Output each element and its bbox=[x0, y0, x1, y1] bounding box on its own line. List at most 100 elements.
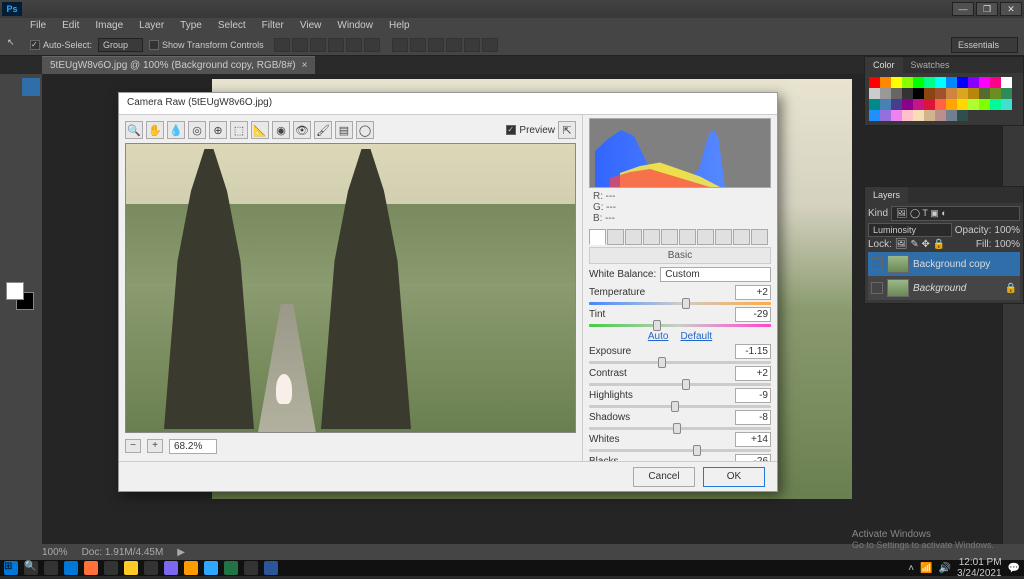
kind-filter[interactable]: 🖼 ◯ T ▣ ◐ bbox=[891, 206, 1020, 221]
straighten-icon[interactable]: 📐 bbox=[251, 121, 269, 139]
start-button[interactable]: ⊞ bbox=[4, 561, 18, 575]
align-icon[interactable] bbox=[292, 38, 308, 52]
menu-file[interactable]: File bbox=[22, 18, 54, 34]
swatch[interactable] bbox=[968, 99, 979, 110]
highlights-slider[interactable] bbox=[589, 405, 771, 408]
shadows-value[interactable]: -8 bbox=[735, 410, 771, 425]
close-tab-icon[interactable]: × bbox=[302, 60, 308, 71]
notifications-icon[interactable]: 💬 bbox=[1008, 563, 1020, 574]
detail-tab-icon[interactable] bbox=[625, 229, 642, 245]
menu-window[interactable]: Window bbox=[329, 18, 381, 34]
spot-removal-icon[interactable]: ◉ bbox=[272, 121, 290, 139]
dodge-tool[interactable] bbox=[22, 198, 40, 216]
swatch[interactable] bbox=[957, 77, 968, 88]
swatch[interactable] bbox=[913, 110, 924, 121]
distribute-icon[interactable] bbox=[482, 38, 498, 52]
ok-button[interactable]: OK bbox=[703, 467, 765, 487]
preset-tab-icon[interactable] bbox=[733, 229, 750, 245]
quick-select-tool[interactable] bbox=[22, 98, 40, 116]
swatch[interactable] bbox=[880, 88, 891, 99]
split-tab-icon[interactable] bbox=[661, 229, 678, 245]
swatch[interactable] bbox=[979, 99, 990, 110]
swatch[interactable] bbox=[1001, 77, 1012, 88]
minimize-button[interactable]: — bbox=[952, 2, 974, 16]
swatch[interactable] bbox=[902, 77, 913, 88]
swatch[interactable] bbox=[946, 88, 957, 99]
history-brush-tool[interactable] bbox=[22, 158, 40, 176]
swatch[interactable] bbox=[891, 88, 902, 99]
color-tab[interactable]: Color bbox=[865, 57, 903, 73]
cal-tab-icon[interactable] bbox=[715, 229, 732, 245]
document-tab[interactable]: 5tEUgW8v6O.jpg @ 100% (Background copy, … bbox=[42, 56, 315, 74]
distribute-icon[interactable] bbox=[464, 38, 480, 52]
cancel-button[interactable]: Cancel bbox=[633, 467, 695, 487]
swatch[interactable] bbox=[880, 110, 891, 121]
search-icon[interactable]: 🔍 bbox=[24, 561, 38, 575]
clock-time[interactable]: 12:01 PM bbox=[957, 557, 1002, 568]
blur-tool[interactable] bbox=[2, 198, 20, 216]
layer-item[interactable]: Background copy bbox=[868, 252, 1020, 276]
align-icon[interactable] bbox=[364, 38, 380, 52]
zoom-tool[interactable] bbox=[22, 258, 40, 276]
volume-icon[interactable]: 🔊 bbox=[939, 563, 951, 574]
grad-filter-icon[interactable]: ▤ bbox=[335, 121, 353, 139]
swatch[interactable] bbox=[924, 88, 935, 99]
preview-image[interactable] bbox=[125, 143, 576, 433]
swatch-grid[interactable] bbox=[865, 73, 1023, 125]
swatch[interactable] bbox=[957, 99, 968, 110]
swatch[interactable] bbox=[935, 99, 946, 110]
tray-up-icon[interactable]: ˄ bbox=[908, 563, 914, 574]
basic-tab-icon[interactable] bbox=[589, 229, 606, 245]
exposure-value[interactable]: -1.15 bbox=[735, 344, 771, 359]
chrome2-icon[interactable] bbox=[244, 561, 258, 575]
swatch[interactable] bbox=[935, 110, 946, 121]
visibility-icon[interactable] bbox=[871, 258, 883, 270]
photoshop-icon[interactable] bbox=[204, 561, 218, 575]
type-tool[interactable] bbox=[22, 218, 40, 236]
gradient-tool[interactable] bbox=[22, 178, 40, 196]
menu-image[interactable]: Image bbox=[87, 18, 131, 34]
swatch[interactable] bbox=[979, 77, 990, 88]
temperature-value[interactable]: +2 bbox=[735, 285, 771, 300]
highlights-value[interactable]: -9 bbox=[735, 388, 771, 403]
eyedropper-tool[interactable] bbox=[22, 118, 40, 136]
swatch[interactable] bbox=[957, 110, 968, 121]
hand-tool[interactable] bbox=[2, 258, 20, 276]
illustrator-icon[interactable] bbox=[184, 561, 198, 575]
menu-help[interactable]: Help bbox=[381, 18, 418, 34]
default-link[interactable]: Default bbox=[680, 331, 712, 342]
swatch[interactable] bbox=[1001, 99, 1012, 110]
swatch[interactable] bbox=[957, 88, 968, 99]
fill-value[interactable]: 100% bbox=[994, 239, 1020, 250]
contrast-slider[interactable] bbox=[589, 383, 771, 386]
swatch[interactable] bbox=[990, 88, 1001, 99]
swatch[interactable] bbox=[946, 110, 957, 121]
temperature-slider[interactable] bbox=[589, 302, 771, 305]
align-icon[interactable] bbox=[346, 38, 362, 52]
menu-select[interactable]: Select bbox=[210, 18, 254, 34]
whites-value[interactable]: +14 bbox=[735, 432, 771, 447]
tint-slider[interactable] bbox=[589, 324, 771, 327]
target-adjust-icon[interactable]: ⊕ bbox=[209, 121, 227, 139]
firefox-icon[interactable] bbox=[84, 561, 98, 575]
color-swatches[interactable] bbox=[6, 282, 34, 310]
swatch[interactable] bbox=[1001, 88, 1012, 99]
align-icon[interactable] bbox=[274, 38, 290, 52]
swatch[interactable] bbox=[869, 99, 880, 110]
store-icon[interactable] bbox=[144, 561, 158, 575]
menu-edit[interactable]: Edit bbox=[54, 18, 87, 34]
menu-layer[interactable]: Layer bbox=[131, 18, 172, 34]
swatch[interactable] bbox=[902, 99, 913, 110]
menu-filter[interactable]: Filter bbox=[254, 18, 292, 34]
shadows-slider[interactable] bbox=[589, 427, 771, 430]
close-button[interactable]: ✕ bbox=[1000, 2, 1022, 16]
blend-mode-dropdown[interactable]: Luminosity bbox=[868, 223, 952, 237]
align-icon[interactable] bbox=[328, 38, 344, 52]
exposure-slider[interactable] bbox=[589, 361, 771, 364]
opacity-value[interactable]: 100% bbox=[994, 225, 1020, 236]
explorer-icon[interactable] bbox=[124, 561, 138, 575]
swatch[interactable] bbox=[913, 88, 924, 99]
word-icon[interactable] bbox=[264, 561, 278, 575]
swatch[interactable] bbox=[968, 88, 979, 99]
stamp-tool[interactable] bbox=[2, 158, 20, 176]
